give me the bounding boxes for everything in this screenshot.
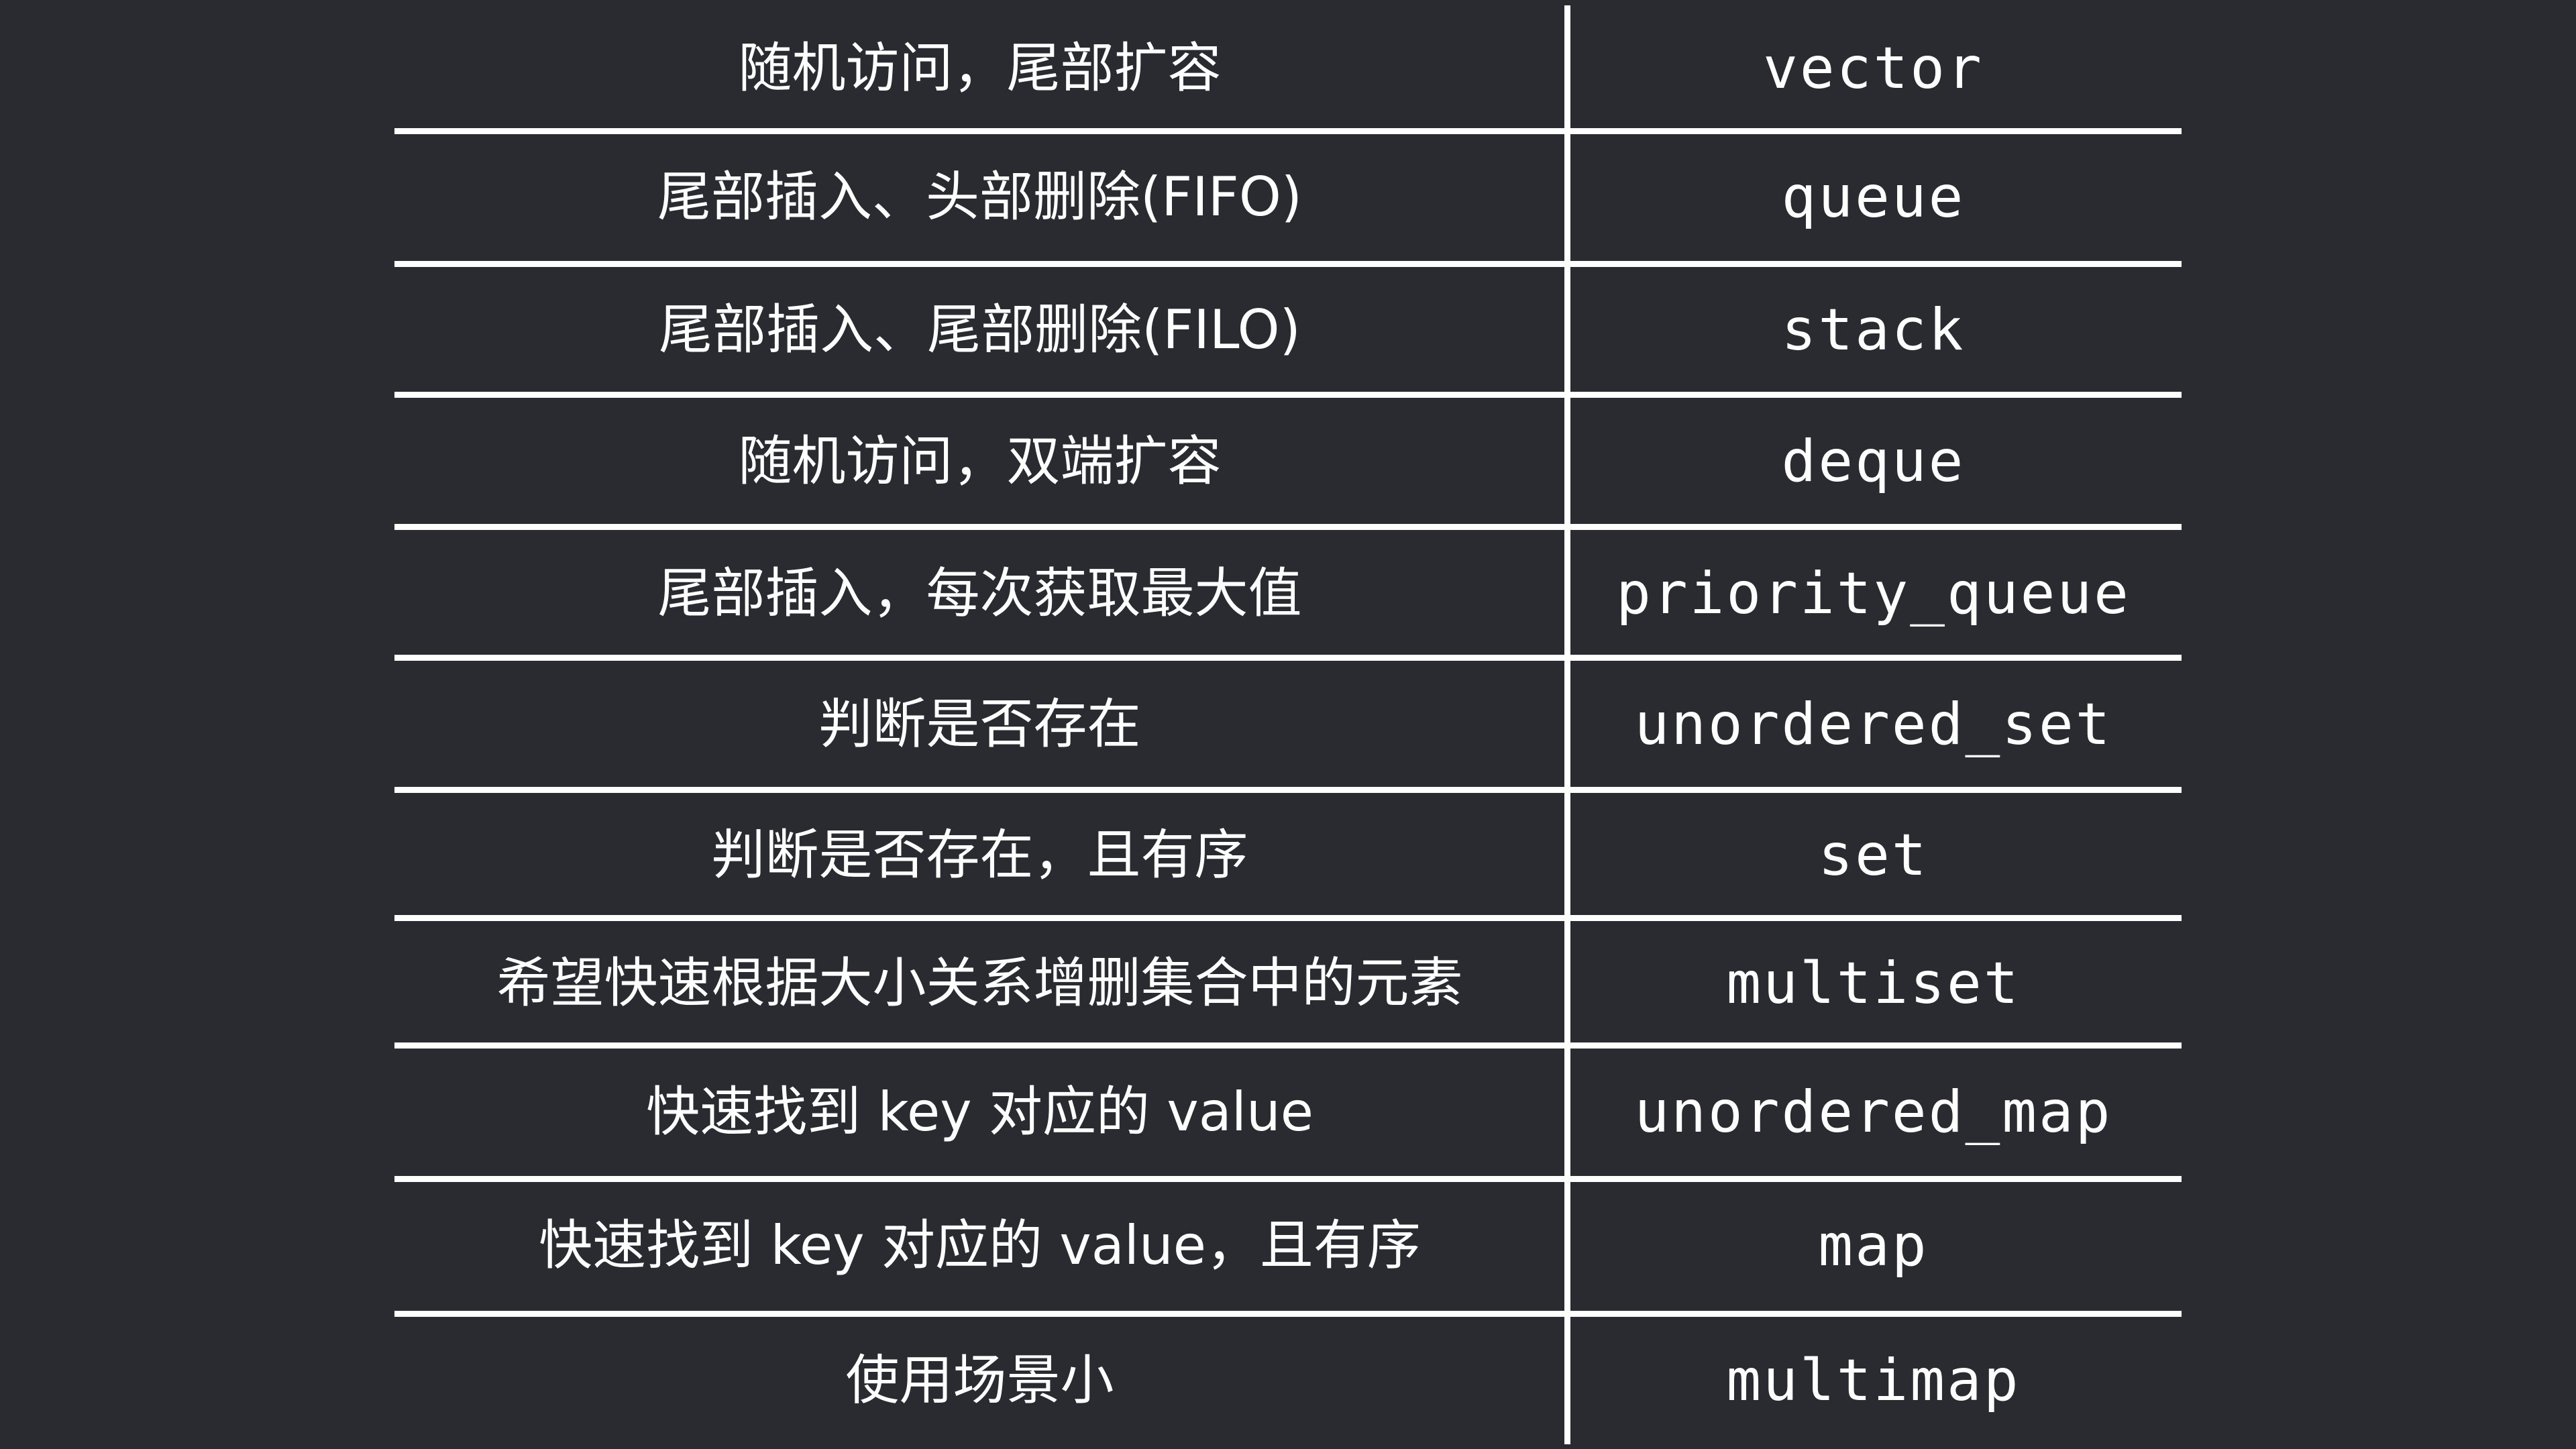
container-cell: queue [1781,164,1966,231]
row-divider [394,128,2182,134]
row-divider [394,1176,2182,1182]
table-row: 快速找到 key 对应的 value unordered_map [394,1049,2182,1176]
container-selection-table: 随机访问，尾部扩容 vector 尾部插入、头部删除(FIFO) queue 尾… [394,5,2182,1449]
row-divider [394,524,2182,530]
table-row: 尾部插入、头部删除(FIFO) queue [394,134,2182,260]
scenario-cell: 使用场景小 [845,1349,1114,1411]
container-cell: vector [1763,35,1984,102]
row-divider [394,261,2182,267]
table-row: 使用场景小 multimap [394,1317,2182,1444]
container-cell: deque [1781,428,1966,495]
container-cell: unordered_set [1634,691,2112,758]
scenario-cell: 快速找到 key 对应的 value [646,1081,1313,1143]
container-cell: priority_queue [1616,560,2131,627]
container-cell: set [1818,821,1929,889]
row-divider [394,915,2182,921]
row-divider [394,787,2182,793]
container-cell: multiset [1726,949,2021,1017]
scenario-cell: 希望快速根据大小关系增删集合中的元素 [496,951,1463,1014]
row-divider [394,392,2182,398]
table-row: 希望快速根据大小关系增删集合中的元素 multiset [394,921,2182,1045]
row-divider [394,1042,2182,1049]
scenario-cell: 判断是否存在，且有序 [711,823,1248,886]
scenario-cell: 随机访问，尾部扩容 [738,37,1222,99]
container-cell: stack [1781,297,1966,364]
row-divider [394,655,2182,661]
table-row: 尾部插入、尾部删除(FILO) stack [394,267,2182,393]
scenario-cell: 尾部插入、尾部删除(FILO) [659,299,1301,361]
table-row: 快速找到 key 对应的 value，且有序 map [394,1182,2182,1309]
table-row: 判断是否存在 unordered_set [394,661,2182,788]
container-cell: unordered_map [1634,1079,2112,1146]
row-divider [394,1311,2182,1317]
scenario-cell: 判断是否存在 [818,693,1141,755]
scenario-cell: 快速找到 key 对应的 value，且有序 [539,1214,1421,1277]
container-cell: multimap [1726,1347,2021,1414]
scenario-cell: 随机访问，双端扩容 [738,430,1222,492]
scenario-cell: 尾部插入、头部删除(FIFO) [657,166,1302,228]
scenario-cell: 尾部插入，每次获取最大值 [657,562,1302,625]
table-row: 随机访问，双端扩容 deque [394,398,2182,525]
table-row: 随机访问，尾部扩容 vector [394,5,2182,131]
table-row: 判断是否存在，且有序 set [394,793,2182,917]
table-row: 尾部插入，每次获取最大值 priority_queue [394,530,2182,657]
container-cell: map [1818,1212,1929,1279]
